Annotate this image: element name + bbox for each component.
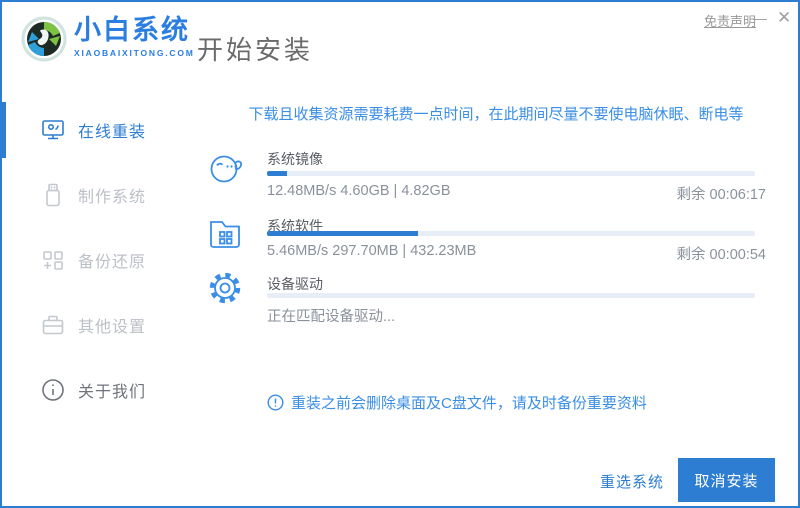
gear-icon — [209, 272, 241, 304]
disclaimer-link[interactable]: 免责声明 — [704, 11, 756, 30]
monitor-reinstall-icon — [42, 120, 64, 140]
task-meta-system-software: 5.46MB/s 297.70MB | 432.23MB — [267, 243, 477, 259]
sidebar-item-about-us[interactable]: 关于我们 — [2, 358, 192, 422]
close-icon[interactable]: ✕ — [777, 8, 791, 28]
backup-note: 重装之前会删除桌面及C盘文件，请及时备份重要资料 — [267, 392, 647, 413]
minimize-icon[interactable]: — — [753, 10, 767, 26]
folder-apps-icon — [210, 221, 240, 248]
brand-text: 小白系统 XIAOBAIXITONG.COM — [74, 15, 195, 58]
app-logo: 小白系统 XIAOBAIXITONG.COM — [20, 15, 195, 63]
app-window: 小白系统 XIAOBAIXITONG.COM 开始安装 免责声明 — ✕ 在线重… — [0, 0, 800, 508]
sidebar-item-backup-restore[interactable]: 备份还原 — [2, 228, 192, 292]
briefcase-icon — [42, 315, 64, 335]
sidebar-item-label: 在线重装 — [78, 124, 147, 141]
task-meta-system-image: 12.48MB/s 4.60GB | 4.82GB — [267, 183, 451, 199]
task-remaining-system-image: 剩余 00:06:17 — [676, 187, 766, 203]
reselect-system-button[interactable]: 重选系统 — [600, 471, 664, 492]
task-remaining-system-software: 剩余 00:00:54 — [676, 247, 766, 263]
sidebar-item-label: 关于我们 — [78, 384, 147, 401]
backup-grid-icon — [43, 251, 63, 270]
backup-note-text: 重装之前会删除桌面及C盘文件，请及时备份重要资料 — [291, 395, 647, 412]
progress-bar-system-image — [267, 171, 755, 176]
brand-name: 小白系统 — [74, 15, 190, 45]
brand-domain: XIAOBAIXITONG.COM — [74, 48, 195, 58]
alert-circle-icon — [267, 394, 284, 411]
progress-bar-device-driver — [267, 293, 755, 298]
progress-fill — [267, 171, 287, 176]
sidebar-item-label: 制作系统 — [78, 189, 147, 206]
brand-logo-icon — [21, 16, 67, 62]
page-title: 开始安装 — [197, 35, 314, 65]
usb-drive-icon — [46, 183, 60, 207]
task-title-device-driver: 设备驱动 — [267, 276, 323, 292]
task-title-system-image: 系统镜像 — [267, 151, 323, 167]
sidebar-item-label: 备份还原 — [78, 254, 147, 271]
sidebar-item-label: 其他设置 — [78, 319, 147, 336]
progress-fill — [267, 231, 419, 236]
info-circle-icon — [42, 379, 64, 401]
sidebar-item-online-reinstall[interactable]: 在线重装 — [2, 98, 192, 162]
sidebar-item-make-system[interactable]: 制作系统 — [2, 163, 192, 227]
cancel-install-button[interactable]: 取消安装 — [678, 458, 775, 502]
task-meta-device-driver: 正在匹配设备驱动... — [267, 309, 396, 325]
mascot-face-icon — [210, 155, 242, 183]
progress-bar-system-software — [267, 231, 755, 236]
sidebar-item-other-settings[interactable]: 其他设置 — [2, 293, 192, 357]
download-warning-text: 下载且收集资源需要耗费一点时间，在此期间尽量不要使电脑休眠、断电等 — [248, 106, 744, 123]
